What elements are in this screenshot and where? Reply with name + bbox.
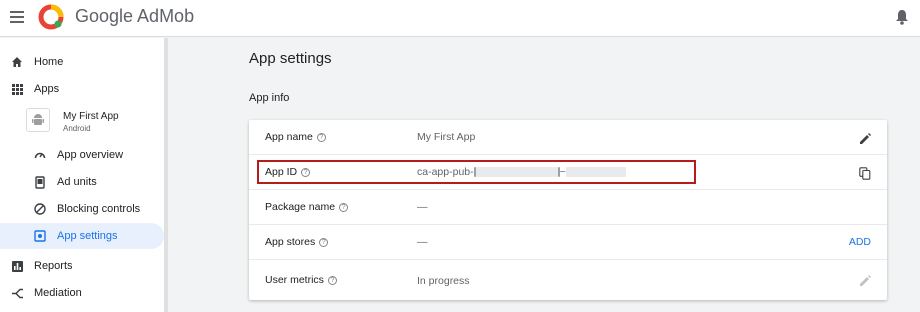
apps-grid-icon: [10, 82, 24, 96]
settings-icon: [33, 229, 47, 243]
app-name[interactable]: My First App: [63, 111, 119, 122]
row-value: In progress: [417, 275, 470, 287]
ad-unit-icon: [33, 175, 47, 189]
sidebar-item-mediation[interactable]: Mediation: [0, 280, 164, 306]
app-name-row: App name ? My First App: [249, 120, 887, 155]
row-label: App stores: [265, 236, 316, 248]
row-value: —: [417, 236, 428, 248]
sidebar-item-label: Apps: [34, 83, 60, 95]
sidebar-item-app-overview[interactable]: App overview: [0, 142, 164, 168]
sidebar-item-label: Reports: [34, 260, 73, 272]
sidebar-item-label: Ad units: [57, 176, 97, 188]
notifications-icon[interactable]: [895, 9, 909, 25]
sidebar-item-label: App settings: [57, 230, 118, 242]
row-label: Package name: [265, 201, 336, 213]
help-icon[interactable]: ?: [316, 132, 326, 142]
sidebar-item-apps[interactable]: Apps: [0, 76, 164, 102]
add-store-button[interactable]: ADD: [849, 236, 871, 248]
menu-icon[interactable]: [10, 11, 24, 23]
section-title: App info: [249, 92, 290, 104]
user-metrics-row: User metrics ? In progress: [249, 260, 887, 300]
sidebar-item-home[interactable]: Home: [0, 49, 164, 75]
help-icon[interactable]: ?: [319, 237, 329, 247]
admob-logo-icon: [38, 4, 64, 30]
block-icon: [33, 202, 47, 216]
help-icon[interactable]: ?: [339, 202, 349, 212]
sidebar-item-reports[interactable]: Reports: [0, 253, 164, 279]
app-id-highlight-box: [257, 160, 696, 184]
home-icon: [10, 55, 24, 69]
top-app-bar: Google AdMob: [0, 0, 920, 37]
package-name-row: Package name ? —: [249, 190, 887, 225]
row-label: User metrics: [265, 274, 324, 286]
row-value: My First App: [417, 131, 476, 143]
row-label: App name: [265, 131, 313, 143]
page-title: App settings: [249, 50, 332, 67]
android-icon: [26, 108, 50, 132]
sidebar-item-label: Mediation: [34, 287, 82, 299]
copy-icon[interactable]: [857, 165, 873, 181]
app-platform: Android: [63, 124, 91, 133]
help-icon[interactable]: ?: [327, 275, 337, 285]
sidebar-item-label: Blocking controls: [57, 203, 141, 215]
sidebar-item-label: Home: [34, 56, 64, 68]
sidebar-item-label: App overview: [57, 149, 124, 161]
brand-name: Google AdMob: [75, 6, 195, 26]
sidebar-item-blocking-controls[interactable]: Blocking controls: [0, 196, 164, 222]
sidebar-item-app-settings[interactable]: App settings: [0, 223, 164, 249]
mediation-icon: [10, 286, 24, 300]
edit-icon[interactable]: [857, 130, 873, 146]
reports-icon: [10, 259, 24, 273]
row-value: —: [417, 201, 428, 213]
edit-icon-disabled: [857, 272, 873, 288]
app-info-card: App name ? My First App App ID ? ca-app-…: [249, 120, 887, 300]
dashboard-icon: [33, 148, 47, 162]
sidebar-divider: [164, 38, 168, 312]
sidebar-item-ad-units[interactable]: Ad units: [0, 169, 164, 195]
app-stores-row: App stores ? — ADD: [249, 225, 887, 260]
